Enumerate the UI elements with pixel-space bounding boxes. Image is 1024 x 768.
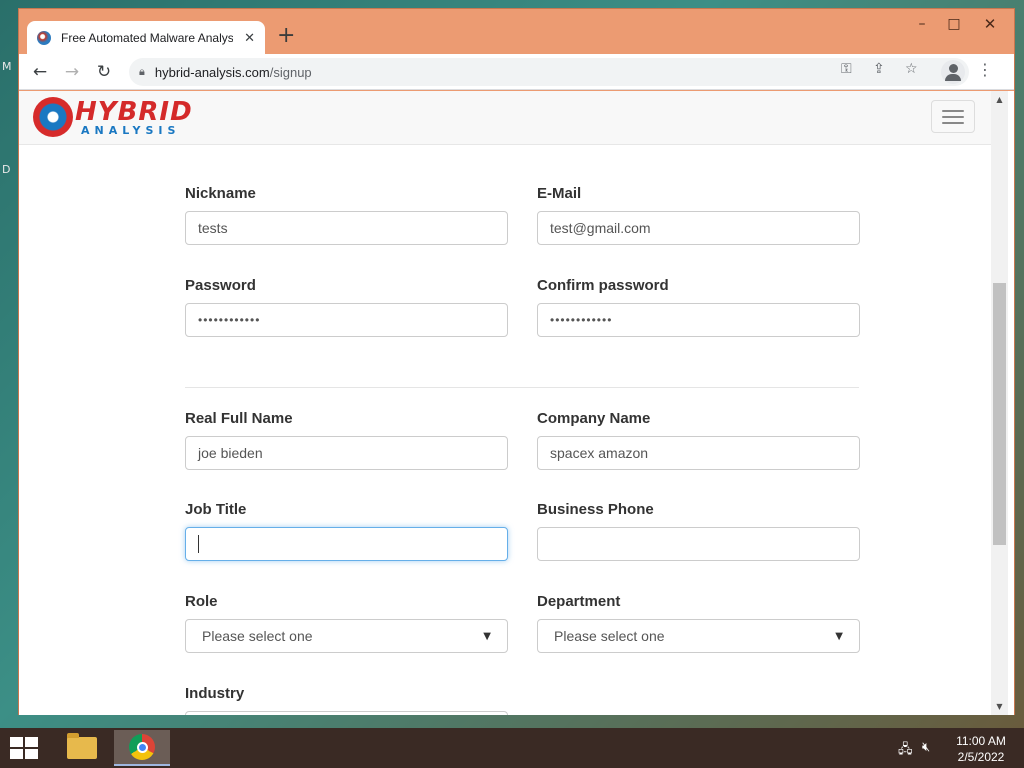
password-group: Password •••••••••••• [185,277,508,337]
hamburger-bar [942,109,964,112]
back-arrow-icon[interactable]: ← [29,61,51,83]
window-controls: – □ ✕ [906,13,1010,35]
department-selected-value: Please select one [554,628,665,644]
company-group: Company Name spacex amazon [537,410,860,470]
profile-avatar-icon[interactable] [941,60,965,84]
text-cursor [198,535,199,553]
scroll-up-arrow-icon[interactable]: ▲ [991,91,1008,108]
desktop-icon-label: M [2,60,12,73]
industry-label: Industry [185,685,245,702]
windows-taskbar: 🖧︎ 🔇︎ 11:00 AM 2/5/2022 [0,728,1024,768]
signup-form: Nickname tests E-Mail test@gmail.com Pas… [19,145,991,715]
browser-window: – □ ✕ Free Automated Malware Analysis ✕ … [18,8,1015,715]
hamburger-bar [942,115,964,118]
scroll-thumb[interactable] [993,283,1006,545]
close-window-button[interactable]: ✕ [970,13,1010,35]
avatar-body [945,74,961,81]
share-icon[interactable]: ⇪ [873,61,885,77]
full-name-label: Real Full Name [185,410,293,427]
full-name-input[interactable]: joe bieden [185,436,508,470]
industry-select[interactable] [185,711,508,715]
department-select[interactable]: Please select one ▼ [537,619,860,653]
business-phone-group: Business Phone [537,501,860,561]
new-tab-icon[interactable]: + [277,25,295,47]
confirm-password-label: Confirm password [537,277,669,294]
file-explorer-icon[interactable] [54,730,110,766]
email-label: E-Mail [537,185,582,202]
browser-tab[interactable]: Free Automated Malware Analysis ✕ [27,21,265,55]
chevron-down-icon: ▼ [483,630,491,642]
menu-kebab-icon[interactable]: ⋮ [977,60,993,79]
start-pane [10,737,23,747]
email-group: E-Mail test@gmail.com [537,185,860,245]
department-label: Department [537,593,621,610]
lock-icon: 🔒︎ [139,65,145,78]
chevron-down-icon: ▼ [835,630,843,642]
role-select[interactable]: Please select one ▼ [185,619,508,653]
page-viewport: HYBRID ANALYSIS Nickname tests E-Mail te… [19,91,1014,715]
scroll-down-arrow-icon[interactable]: ▼ [991,698,1008,715]
site-favicon-icon [37,31,51,45]
volume-muted-icon[interactable]: 🔇︎ [922,740,930,755]
logo-mark-icon [33,97,73,137]
logo-text: HYBRID ANALYSIS [75,99,193,136]
hybrid-analysis-logo[interactable]: HYBRID ANALYSIS [33,97,193,137]
chrome-taskbar-icon[interactable] [114,730,170,766]
confirm-password-input[interactable]: •••••••••••• [537,303,860,337]
chrome-icon [129,734,155,760]
company-label: Company Name [537,410,651,427]
minimize-button[interactable]: – [906,13,938,35]
role-selected-value: Please select one [202,628,313,644]
desktop-icon-label: D [2,163,11,176]
url-host: hybrid-analysis.com [154,64,270,80]
industry-group: Industry [185,685,508,715]
start-pane [25,749,38,759]
role-group: Role Please select one ▼ [185,593,508,653]
nickname-input[interactable]: tests [185,211,508,245]
site-header: HYBRID ANALYSIS [19,91,991,145]
clock-time: 11:00 AM [956,734,1006,748]
job-title-group: Job Title [185,501,508,561]
address-bar[interactable]: 🔒︎ hybrid-analysis.com/signup ⚿ ⇪ ☆ [129,58,969,86]
reload-icon[interactable]: ↻ [93,61,115,83]
nickname-group: Nickname tests [185,185,508,245]
password-input[interactable]: •••••••••••• [185,303,508,337]
folder-icon [67,733,97,759]
email-input[interactable]: test@gmail.com [537,211,860,245]
bookmark-star-icon[interactable]: ☆ [905,61,918,77]
system-clock[interactable]: 11:00 AM 2/5/2022 [946,733,1016,765]
tab-title: Free Automated Malware Analysis [61,31,233,45]
logo-word-analysis: ANALYSIS [81,123,181,137]
tab-close-icon[interactable]: ✕ [244,31,255,46]
url-path: /signup [269,64,312,80]
department-group: Department Please select one ▼ [537,593,860,653]
job-title-label: Job Title [185,501,247,518]
browser-toolbar: ← → ↻ 🔒︎ hybrid-analysis.com/signup ⚿ ⇪ … [19,54,1014,90]
job-title-input[interactable] [185,527,508,561]
chrome-center [136,741,148,753]
business-phone-input[interactable] [537,527,860,561]
business-phone-label: Business Phone [537,501,654,518]
navbar-toggle-button[interactable] [931,100,975,133]
hamburger-bar [942,121,964,124]
start-pane [10,749,23,759]
maximize-button[interactable]: □ [938,13,970,35]
start-pane [25,737,38,747]
password-label: Password [185,277,256,294]
logo-word-hybrid: HYBRID [75,96,193,127]
company-input[interactable]: spacex amazon [537,436,860,470]
section-divider [185,387,859,388]
role-label: Role [185,593,218,610]
confirm-password-group: Confirm password •••••••••••• [537,277,860,337]
forward-arrow-icon[interactable]: → [61,61,83,83]
clock-date: 2/5/2022 [957,750,1005,764]
full-name-group: Real Full Name joe bieden [185,410,508,470]
windows-start-icon[interactable] [10,737,38,759]
network-icon[interactable]: 🖧︎ [898,740,913,762]
page-scrollbar[interactable]: ▲ ▼ [991,91,1008,715]
avatar-head [948,64,958,73]
key-icon[interactable]: ⚿ [841,61,852,77]
nickname-label: Nickname [185,185,256,202]
